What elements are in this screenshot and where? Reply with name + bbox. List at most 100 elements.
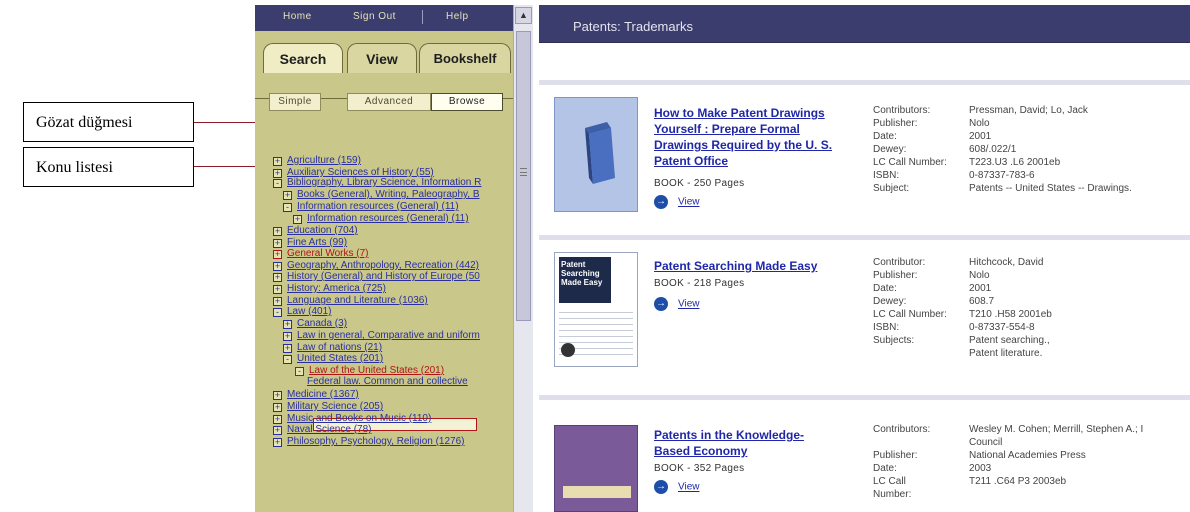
collapse-icon[interactable]: - — [283, 203, 292, 212]
vertical-scrollbar[interactable]: ▲ — [513, 5, 533, 512]
tree-node-label[interactable]: Law (401) — [287, 306, 331, 317]
tree-node[interactable]: + Fine Arts (99) — [273, 237, 347, 248]
expand-icon[interactable]: + — [273, 273, 282, 282]
tab-bookshelf[interactable]: Bookshelf — [419, 43, 511, 73]
tab-search[interactable]: Search — [263, 43, 343, 73]
result-title-line[interactable]: Yourself : Prepare Formal — [654, 121, 832, 137]
result-title-line[interactable]: How to Make Patent Drawings — [654, 105, 832, 121]
view-link-label[interactable]: View — [678, 197, 700, 208]
arrow-right-icon[interactable]: → — [654, 195, 668, 209]
tree-node[interactable]: - Law (401) — [273, 306, 331, 317]
browse-button[interactable]: Browse — [431, 93, 503, 111]
book-cover-image[interactable]: Patent Searching Made Easy — [554, 252, 638, 367]
view-link[interactable]: → View — [654, 297, 700, 311]
simple-button[interactable]: Simple — [269, 93, 321, 111]
tree-node-label[interactable]: Information resources (General) (11) — [307, 213, 469, 224]
tree-node[interactable]: + Books (General), Writing, Paleography, … — [283, 189, 480, 200]
tree-node[interactable]: + Naval Science (78) — [273, 424, 371, 435]
tree-node-label[interactable]: Law of nations (21) — [297, 342, 382, 353]
tree-node-label[interactable]: Geography, Anthropology, Recreation (442… — [287, 260, 479, 271]
scrollbar-thumb[interactable] — [516, 31, 531, 321]
tree-node[interactable]: - Bibliography, Library Science, Informat… — [273, 177, 481, 188]
expand-icon[interactable]: + — [283, 191, 292, 200]
tree-node[interactable]: + Military Science (205) — [273, 401, 383, 412]
tree-node-label[interactable]: Naval Science (78) — [287, 424, 371, 435]
tree-node-label[interactable]: United States (201) — [297, 353, 383, 364]
scroll-up-arrow-icon[interactable]: ▲ — [515, 7, 532, 24]
tree-node-label[interactable]: Law in general, Comparative and uniform — [297, 330, 480, 341]
expand-icon[interactable]: + — [283, 332, 292, 341]
tree-node-label[interactable]: Law of the United States (201) — [309, 365, 444, 376]
expand-icon[interactable]: + — [283, 344, 292, 353]
expand-icon[interactable]: + — [273, 285, 282, 294]
help-link[interactable]: Help — [446, 11, 469, 22]
expand-icon[interactable]: + — [273, 239, 282, 248]
view-link-label[interactable]: View — [678, 299, 700, 310]
tree-node[interactable]: - Law of the United States (201) — [295, 365, 444, 376]
expand-icon[interactable]: + — [273, 438, 282, 447]
tree-node-label[interactable]: Fine Arts (99) — [287, 237, 347, 248]
sign-out-link[interactable]: Sign Out — [353, 11, 396, 22]
expand-icon[interactable]: + — [273, 297, 282, 306]
tab-view[interactable]: View — [347, 43, 417, 73]
tree-node[interactable]: + Language and Literature (1036) — [273, 295, 428, 306]
tree-node-label[interactable]: Bibliography, Library Science, Informati… — [287, 177, 481, 188]
expand-icon[interactable]: + — [273, 227, 282, 236]
book-cover-image[interactable] — [554, 425, 638, 512]
result-title-line[interactable]: Patents in the Knowledge- — [654, 427, 804, 443]
tree-node[interactable]: + History (General) and History of Europe… — [273, 271, 480, 282]
result-title-line[interactable]: Based Economy — [654, 443, 804, 459]
result-title-line[interactable]: Drawings Required by the U. S. — [654, 137, 832, 153]
tree-node[interactable]: + Music and Books on Music (110) — [273, 413, 431, 424]
tree-node[interactable]: + Medicine (1367) — [273, 389, 359, 400]
tree-node[interactable]: + History: America (725) — [273, 283, 386, 294]
tree-node-label[interactable]: Philosophy, Psychology, Religion (1276) — [287, 436, 465, 447]
expand-icon[interactable]: + — [273, 391, 282, 400]
advanced-button[interactable]: Advanced — [347, 93, 431, 111]
result-title-line[interactable]: Patent Office — [654, 153, 832, 169]
tree-node[interactable]: - United States (201) — [283, 353, 383, 364]
tree-node[interactable]: - Information resources (General) (11) — [283, 201, 459, 212]
tree-node-label[interactable]: Music and Books on Music (110) — [287, 413, 431, 424]
expand-icon[interactable]: + — [273, 403, 282, 412]
tree-node[interactable]: + Law of nations (21) — [283, 342, 382, 353]
tree-node-label[interactable]: History (General) and History of Europe … — [287, 271, 480, 282]
tree-node-label[interactable]: Federal law. Common and collective — [307, 376, 468, 387]
tree-node-label[interactable]: History: America (725) — [287, 283, 386, 294]
tree-node-label[interactable]: Education (704) — [287, 225, 358, 236]
arrow-right-icon[interactable]: → — [654, 480, 668, 494]
result-title-link[interactable]: How to Make Patent Drawings Yourself : Pr… — [654, 105, 832, 169]
home-link[interactable]: Home — [283, 11, 312, 22]
tree-node-label[interactable]: Agriculture (159) — [287, 155, 361, 166]
tree-node[interactable]: + Education (704) — [273, 225, 358, 236]
collapse-icon[interactable]: - — [273, 179, 282, 188]
tree-node[interactable]: + General Works (7) — [273, 248, 369, 259]
tree-node[interactable]: + Law in general, Comparative and uniform — [283, 330, 480, 341]
tree-node[interactable]: + Geography, Anthropology, Recreation (44… — [273, 260, 479, 271]
expand-icon[interactable]: + — [293, 215, 302, 224]
view-link-label[interactable]: View — [678, 482, 700, 493]
view-link[interactable]: → View — [654, 480, 700, 494]
tree-node-label[interactable]: Medicine (1367) — [287, 389, 359, 400]
result-title-link[interactable]: Patents in the Knowledge- Based Economy — [654, 427, 804, 459]
tree-node-label[interactable]: Books (General), Writing, Paleography, B — [297, 189, 480, 200]
tree-node-label[interactable]: Canada (3) — [297, 318, 347, 329]
tree-node-label[interactable]: General Works (7) — [287, 248, 369, 259]
tree-node[interactable]: + Information resources (General) (11) — [293, 213, 469, 224]
expand-icon[interactable]: + — [273, 415, 282, 424]
collapse-icon[interactable]: - — [283, 355, 292, 364]
tree-node[interactable]: Federal law. Common and collective — [307, 376, 468, 387]
tree-node[interactable]: + Canada (3) — [283, 318, 347, 329]
tree-node[interactable]: + Philosophy, Psychology, Religion (1276) — [273, 436, 465, 447]
tree-node[interactable]: + Agriculture (159) — [273, 155, 361, 166]
expand-icon[interactable]: + — [273, 426, 282, 435]
collapse-icon[interactable]: - — [295, 367, 304, 376]
expand-icon[interactable]: + — [283, 320, 292, 329]
collapse-icon[interactable]: - — [273, 308, 282, 317]
result-title-link[interactable]: Patent Searching Made Easy — [654, 258, 817, 274]
tree-node-label[interactable]: Information resources (General) (11) — [297, 201, 459, 212]
view-link[interactable]: → View — [654, 195, 700, 209]
tree-node-label[interactable]: Language and Literature (1036) — [287, 295, 428, 306]
tree-node-label[interactable]: Military Science (205) — [287, 401, 383, 412]
expand-icon[interactable]: + — [273, 262, 282, 271]
